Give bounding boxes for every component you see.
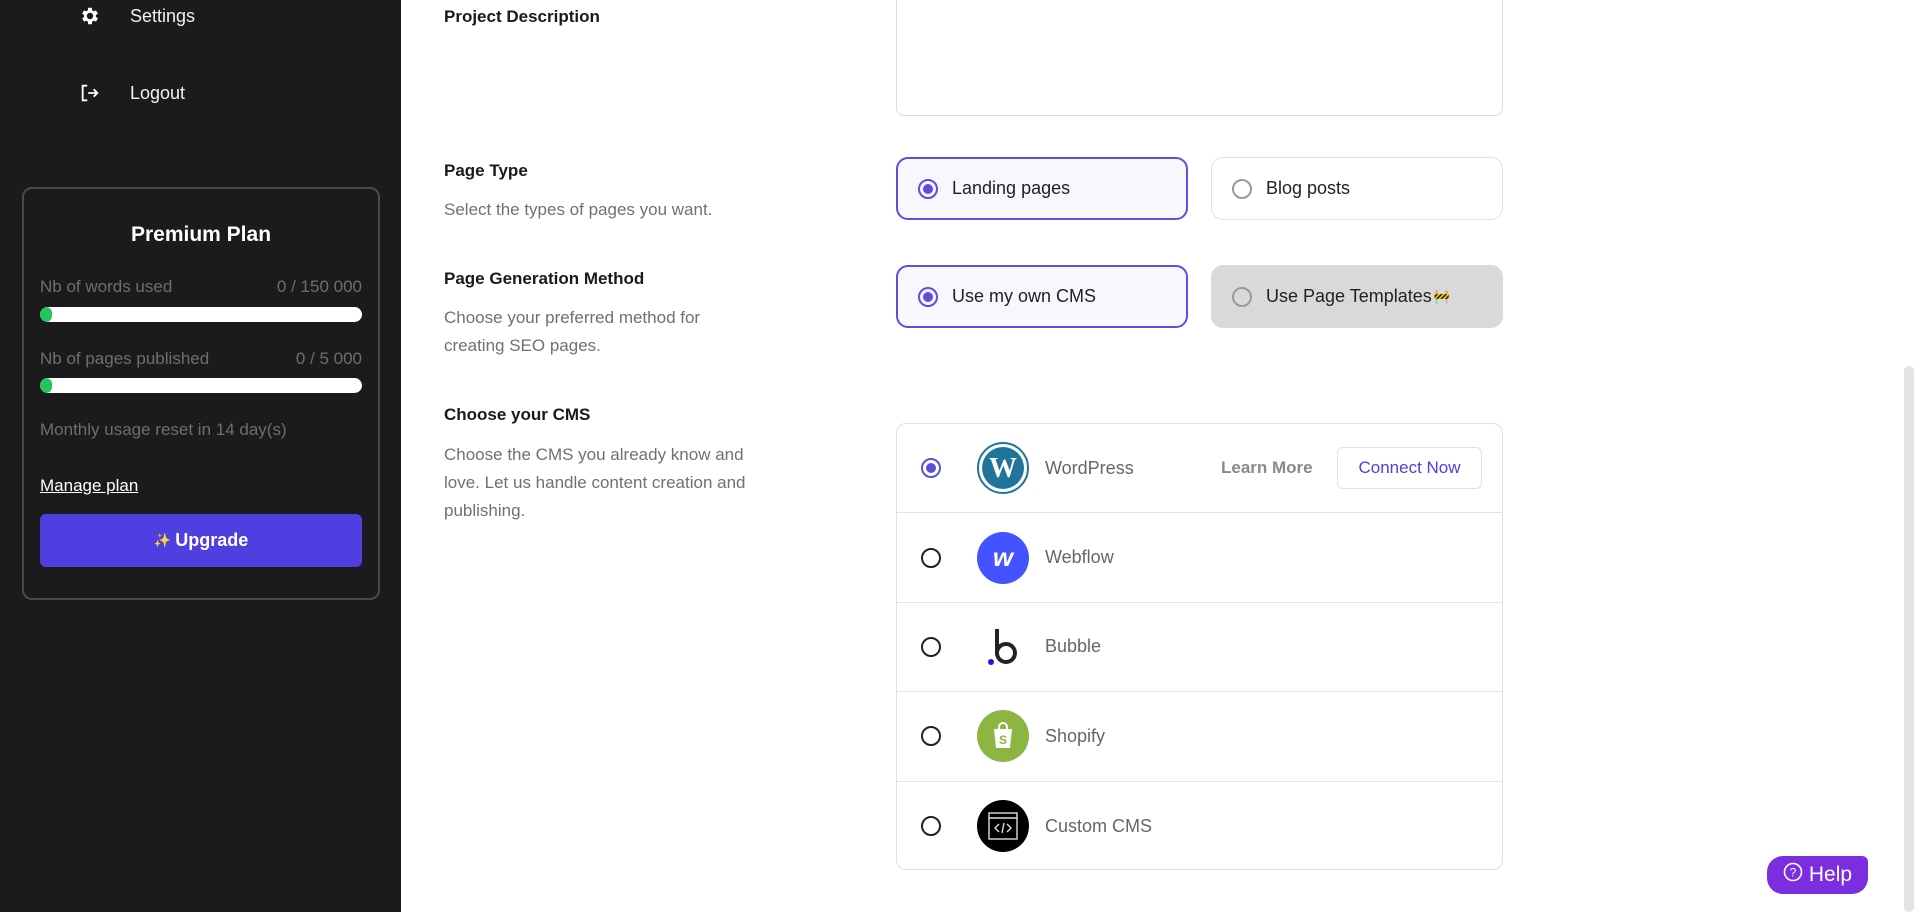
question-circle-icon: ? [1783, 862, 1803, 888]
gear-icon [78, 4, 102, 28]
option-label: Use my own CMS [952, 286, 1097, 306]
words-usage-row: Nb of words used 0 / 150 000 [40, 277, 362, 297]
project-description-label: Project Description [444, 7, 600, 26]
cms-name: Custom CMS [1045, 815, 1153, 836]
cms-name: Shopify [1045, 725, 1106, 746]
pages-progress-bar [40, 378, 362, 393]
radio-icon [921, 816, 941, 837]
pages-value: 0 / 5 000 [295, 349, 362, 368]
help-button[interactable]: ? Help [1767, 856, 1868, 894]
sparkles-icon: ✨ [153, 532, 172, 548]
bubble-logo-icon [977, 621, 1029, 673]
nav-logout[interactable]: Logout [78, 81, 185, 105]
construction-icon: 🚧 [1433, 288, 1450, 304]
option-label: Blog posts [1266, 178, 1351, 198]
plan-title: Premium Plan [130, 223, 272, 246]
cms-item-webflow[interactable]: w Webflow [897, 513, 1502, 603]
page-type-label: Page Type [444, 161, 528, 180]
connect-now-button[interactable]: Connect Now [1337, 447, 1482, 490]
pages-progress-fill [40, 378, 52, 393]
upgrade-button[interactable]: ✨ Upgrade [40, 514, 362, 567]
svg-text:W: W [989, 453, 1017, 484]
nav-settings[interactable]: Settings [78, 4, 195, 28]
radio-icon [921, 636, 941, 657]
generation-method-subtitle: Choose your preferred method for creatin… [444, 308, 701, 355]
cms-item-custom-cms[interactable]: Custom CMS [897, 782, 1502, 869]
manage-plan-link[interactable]: Manage plan [40, 476, 138, 496]
radio-selected-icon [921, 458, 941, 479]
option-own-cms[interactable]: Use my own CMS [896, 265, 1188, 328]
cms-label: Choose your CMS [444, 405, 591, 424]
radio-icon [921, 547, 941, 568]
nav-logout-label: Logout [130, 82, 186, 103]
scrollbar[interactable] [1904, 366, 1914, 912]
upgrade-label: Upgrade [175, 530, 249, 550]
option-page-templates: Use Page Templates 🚧 [1211, 265, 1503, 328]
cms-name: Bubble [1045, 636, 1102, 657]
nav-settings-label: Settings [130, 5, 196, 26]
wordpress-logo-icon: W [977, 442, 1029, 495]
words-label: Nb of words used [40, 277, 173, 296]
learn-more-link[interactable]: Learn More [1221, 458, 1313, 478]
radio-selected-icon [918, 286, 938, 307]
words-progress-bar [40, 307, 362, 322]
shopify-logo-icon: S [977, 710, 1029, 763]
reset-text: Monthly usage reset in 14 day(s) [40, 420, 287, 439]
option-landing-pages[interactable]: Landing pages [896, 157, 1188, 220]
cms-item-bubble[interactable]: Bubble [897, 603, 1502, 693]
webflow-logo-icon: w [977, 531, 1029, 584]
pages-label: Nb of pages published [40, 349, 210, 368]
option-blog-posts[interactable]: Blog posts [1211, 157, 1503, 220]
cms-list: W WordPress Learn More Connect Now w Web… [896, 423, 1503, 870]
words-progress-fill [40, 307, 52, 322]
cms-item-wordpress[interactable]: W WordPress Learn More Connect Now [897, 424, 1502, 514]
code-icon [977, 800, 1029, 853]
page-type-subtitle: Select the types of pages you want. [444, 200, 713, 219]
radio-selected-icon [918, 178, 938, 199]
radio-icon [921, 726, 941, 747]
words-value: 0 / 150 000 [276, 277, 362, 296]
help-label: Help [1808, 863, 1853, 886]
option-label: Use Page Templates [1266, 286, 1432, 306]
svg-text:S: S [999, 733, 1007, 747]
svg-text:?: ? [1790, 866, 1797, 880]
radio-icon [1232, 178, 1252, 199]
pages-usage-row: Nb of pages published 0 / 5 000 [40, 349, 362, 369]
cms-name: WordPress [1045, 457, 1134, 478]
logout-icon [78, 81, 102, 105]
cms-subtitle: Choose the CMS you already know and love… [444, 445, 746, 520]
plan-card: Premium Plan Nb of words used 0 / 150 00… [22, 187, 380, 600]
sidebar: Settings Logout Premium Plan Nb of words… [0, 0, 401, 912]
cms-name: Webflow [1045, 547, 1114, 568]
option-label: Landing pages [952, 178, 1071, 198]
project-description-input[interactable] [896, 0, 1503, 116]
generation-method-label: Page Generation Method [444, 269, 645, 288]
radio-icon [1232, 286, 1252, 307]
cms-item-shopify[interactable]: S Shopify [897, 692, 1502, 782]
